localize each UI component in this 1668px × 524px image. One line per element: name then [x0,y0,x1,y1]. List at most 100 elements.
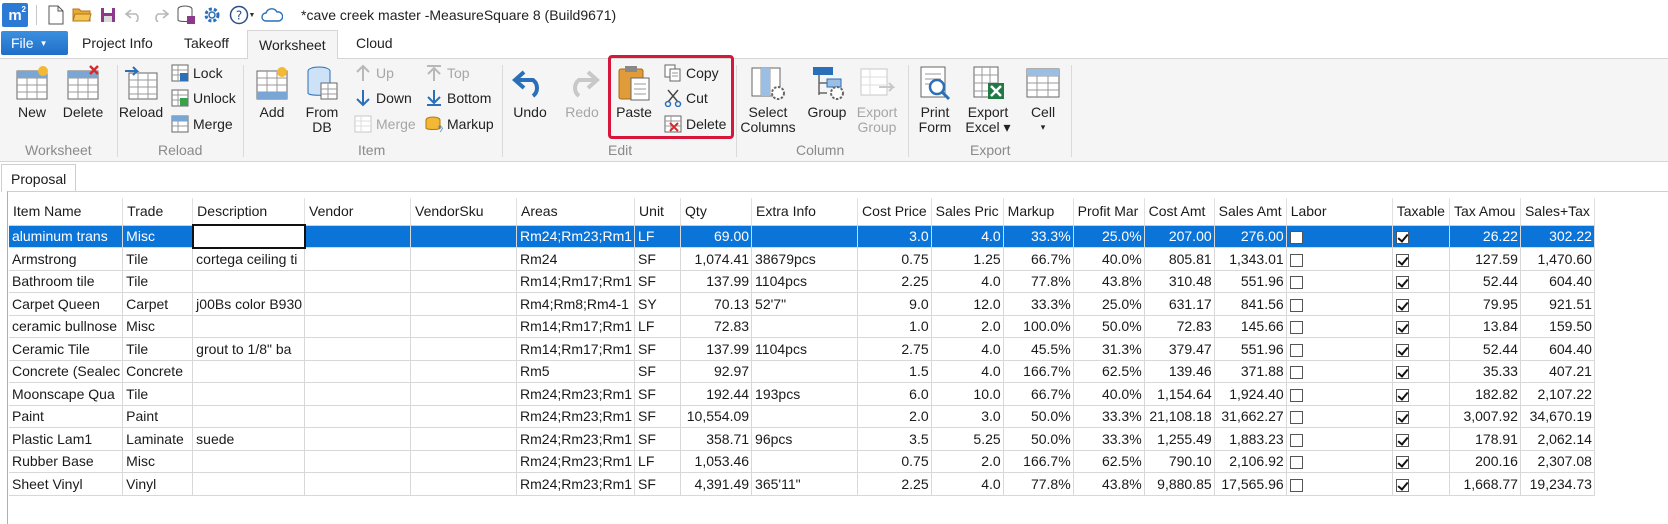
taxable-checkbox[interactable] [1395,231,1409,245]
table-cell-sales-tax[interactable]: 159.50 [1520,315,1595,338]
table-cell-trade[interactable]: Tile [122,247,194,271]
table-cell-tax[interactable]: 52.44 [1449,270,1521,293]
table-cell-extra[interactable]: 1104pcs [751,270,859,293]
taxable-checkbox[interactable] [1395,276,1409,290]
table-cell-cost-amt[interactable]: 310.48 [1144,270,1215,293]
table-cell-sku[interactable] [410,315,518,338]
table-cell-vendor[interactable] [304,247,412,271]
column-header[interactable]: Description [192,198,306,226]
labor-checkbox[interactable] [1289,298,1303,312]
table-cell-cost[interactable]: 0.75 [857,247,932,271]
table-row[interactable]: Plastic Lam1 Laminate suede Rm24;Rm23;Rm1 SF… [9,427,1595,451]
labor-checkbox[interactable] [1289,456,1303,470]
table-cell-markup[interactable]: 33.3% [1003,225,1074,248]
table-cell-profit[interactable]: 25.0% [1073,225,1145,248]
table-cell-tax[interactable]: 182.82 [1449,382,1521,406]
table-cell-cost[interactable]: 2.0 [857,405,932,428]
taxable-checkbox[interactable] [1395,366,1409,380]
table-cell-qty[interactable]: 1,074.41 [680,247,753,271]
table-cell-item[interactable]: Bathroom tile [9,270,124,293]
table-cell-extra[interactable] [751,315,859,338]
table-cell-labor[interactable] [1286,270,1393,293]
table-cell-item[interactable]: Rubber Base [9,450,124,473]
column-header[interactable]: Markup [1003,198,1074,226]
table-cell-sales-tax[interactable]: 407.21 [1520,360,1595,383]
table-cell-cost-amt[interactable]: 631.17 [1144,292,1215,316]
table-cell-desc[interactable]: j00Bs color B930 [192,292,306,316]
table-cell-desc[interactable]: suede [192,427,306,451]
table-cell-labor[interactable] [1286,360,1393,383]
column-header[interactable]: Unit [634,198,682,226]
markup-button[interactable]: % Markup [424,113,494,135]
table-cell-sku[interactable] [410,247,518,271]
labor-checkbox[interactable] [1289,388,1303,402]
table-cell-sales[interactable]: 5.25 [931,427,1004,451]
tab-project-info[interactable]: Project Info [82,35,153,51]
move-top-button[interactable]: Top [424,62,470,84]
table-cell-sales[interactable]: 4.0 [931,225,1004,248]
table-cell-extra[interactable]: 96pcs [751,427,859,451]
table-cell-extra[interactable] [751,360,859,383]
table-cell-tax[interactable]: 127.59 [1449,247,1521,271]
table-cell-sales-tax[interactable]: 34,670.19 [1520,405,1595,428]
column-header[interactable]: Tax Amou [1449,198,1521,226]
table-cell-sku[interactable] [410,382,518,406]
table-cell-sales-amt[interactable]: 551.96 [1214,337,1287,361]
save-icon[interactable] [97,4,119,26]
table-cell-extra[interactable]: 365'11" [751,472,859,496]
table-cell-sales-tax[interactable]: 921.51 [1520,292,1595,316]
table-cell-desc[interactable] [192,405,306,428]
table-cell-unit[interactable]: SF [634,337,682,361]
table-cell-tax[interactable]: 13.84 [1449,315,1521,338]
settings-gear-icon[interactable] [201,4,223,26]
table-cell-trade[interactable]: Tile [122,382,194,406]
table-cell-markup[interactable]: 166.7% [1003,450,1074,473]
table-cell-desc[interactable] [192,360,306,383]
table-cell-sales[interactable]: 12.0 [931,292,1004,316]
table-cell-areas[interactable]: Rm4;Rm8;Rm4-1 [516,292,636,316]
table-cell-desc[interactable] [192,270,306,293]
labor-checkbox[interactable] [1289,231,1303,245]
select-columns-button[interactable]: Select Columns [740,63,796,135]
table-cell-markup[interactable]: 45.5% [1003,337,1074,361]
table-cell-sku[interactable] [410,472,518,496]
column-header[interactable]: Vendor [304,198,412,226]
table-cell-qty[interactable]: 72.83 [680,315,753,338]
table-cell-item[interactable]: Sheet Vinyl [9,472,124,496]
labor-checkbox[interactable] [1289,253,1303,267]
taxable-checkbox[interactable] [1395,456,1409,470]
table-cell-unit[interactable]: SF [634,472,682,496]
table-cell-profit[interactable]: 40.0% [1073,382,1145,406]
reload-button[interactable]: Reload [119,63,163,120]
table-cell-item[interactable]: ceramic bullnose [9,315,124,338]
table-cell-vendor[interactable] [304,292,412,316]
table-cell-sales-tax[interactable]: 1,470.60 [1520,247,1595,271]
table-cell-profit[interactable]: 40.0% [1073,247,1145,271]
table-cell-trade[interactable]: Vinyl [122,472,194,496]
table-row[interactable]: ceramic bullnose Misc Rm14;Rm17;Rm1 LF 72.83… [9,315,1595,338]
add-item-button[interactable]: Add [252,63,292,120]
delete-worksheet-button[interactable]: Delete [63,63,103,120]
lock-button[interactable]: Lock [170,62,223,84]
table-cell-cost[interactable]: 1.0 [857,315,932,338]
taxable-checkbox[interactable] [1395,411,1409,425]
app-logo-icon[interactable]: m2 [2,3,28,27]
print-form-button[interactable]: Print Form [914,63,956,135]
taxable-checkbox[interactable] [1395,433,1409,447]
table-cell-taxable[interactable] [1392,337,1450,361]
table-cell-tax[interactable]: 79.95 [1449,292,1521,316]
table-cell-qty[interactable]: 137.99 [680,270,753,293]
table-cell-cost[interactable]: 6.0 [857,382,932,406]
table-cell-unit[interactable]: SF [634,382,682,406]
table-cell-taxable[interactable] [1392,360,1450,383]
tab-takeoff[interactable]: Takeoff [184,35,229,51]
worksheet-grid[interactable]: Item Name Trade Description Vendor Vendo… [9,198,1595,496]
table-cell-vendor[interactable] [304,315,412,338]
table-cell-qty[interactable]: 69.00 [680,225,753,248]
table-cell-sku[interactable] [410,270,518,293]
table-cell-vendor[interactable] [304,427,412,451]
table-cell-markup[interactable]: 33.3% [1003,292,1074,316]
table-cell-trade[interactable]: Misc [122,315,194,338]
database-icon[interactable] [175,4,197,26]
table-cell-labor[interactable] [1286,382,1393,406]
